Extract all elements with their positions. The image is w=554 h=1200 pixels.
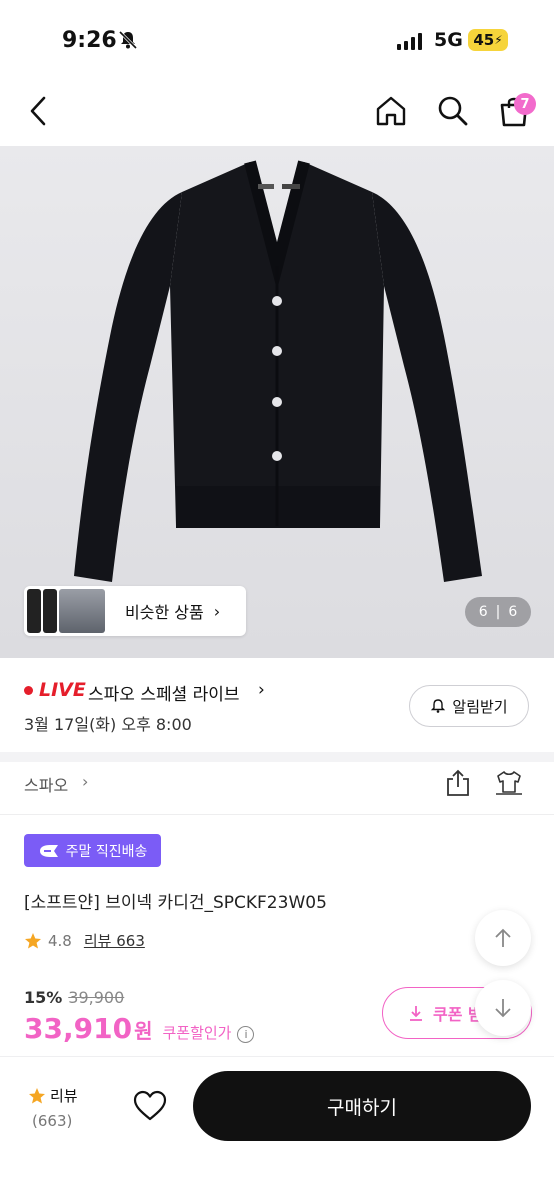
star-icon (25, 932, 41, 948)
thumbnail (43, 589, 57, 633)
divider (0, 814, 554, 815)
product-image-gallery[interactable] (0, 146, 554, 658)
coupon-price-note: 쿠폰할인가 (162, 1024, 232, 1042)
bell-off-icon (118, 30, 138, 50)
price-row: 33,910 원 쿠폰할인가 i (24, 1012, 255, 1045)
pager-current: 6 (478, 604, 488, 620)
product-name: [소프트얀] 브이넥 카디건_SPCKF23W05 (24, 893, 327, 913)
heart-icon[interactable] (132, 1089, 168, 1123)
share-icon[interactable] (444, 768, 472, 798)
network-label: 5G (434, 29, 463, 51)
chevron-right-icon: › (82, 772, 89, 791)
info-icon[interactable]: i (237, 1026, 255, 1043)
review-summary-count: (663) (32, 1112, 73, 1130)
live-dot-icon (24, 686, 33, 695)
bell-plus-icon (431, 699, 446, 713)
shipping-badge-label: 주말 직진배송 (65, 843, 148, 860)
scroll-top-button[interactable] (475, 910, 531, 966)
fast-delivery-icon (39, 844, 58, 857)
rating-value: 4.8 (48, 931, 72, 950)
image-pager: 6 | 6 (465, 597, 531, 627)
currency-unit: 원 (134, 1019, 153, 1043)
status-time: 9:26 (62, 28, 117, 53)
chevron-right-icon: › (213, 601, 221, 621)
similar-products-label: 비슷한 상품 (125, 603, 204, 622)
live-tag: LIVE (39, 679, 86, 701)
arrow-up-icon (495, 928, 511, 947)
live-datetime: 3월 17일(화) 오후 8:00 (24, 715, 192, 734)
thumbnail (59, 589, 105, 633)
search-icon[interactable] (436, 94, 470, 128)
star-icon (29, 1087, 45, 1103)
battery-level: 45 (473, 31, 495, 49)
shipping-badge: 주말 직진배송 (24, 834, 161, 867)
alarm-button[interactable]: 알림받기 (409, 685, 529, 727)
similar-products-button[interactable]: 비슷한 상품 › (24, 586, 246, 636)
buy-button[interactable]: 구매하기 (193, 1071, 531, 1141)
cart-count-badge: 7 (514, 93, 536, 115)
arrow-down-icon (495, 999, 511, 1018)
brand-row: 스파오 › (0, 762, 554, 814)
back-icon[interactable] (26, 94, 52, 128)
scroll-bottom-button[interactable] (475, 980, 531, 1036)
review-summary[interactable]: 리뷰 (663) (28, 1085, 98, 1130)
status-bar: 9:26 5G 45 ⚡ (0, 0, 554, 80)
download-icon (410, 1006, 422, 1021)
discount-row: 15% 39,900 (24, 988, 124, 1007)
alarm-label: 알림받기 (452, 697, 508, 716)
bottom-action-bar: 리뷰 (663) 구매하기 (0, 1056, 554, 1200)
review-link[interactable]: 리뷰 663 (84, 930, 145, 951)
product-image (74, 160, 482, 582)
signal-icon (397, 32, 422, 50)
brand-link[interactable]: 스파오 (24, 772, 68, 796)
live-title[interactable]: 스파오 스페셜 라이브 (88, 680, 240, 705)
top-nav (0, 80, 554, 146)
section-divider (0, 752, 554, 762)
clothing-compare-icon[interactable] (494, 768, 524, 798)
similar-thumbnails (27, 589, 107, 633)
original-price: 39,900 (68, 988, 125, 1007)
pager-separator: | (495, 604, 501, 620)
review-summary-label: 리뷰 (50, 1087, 78, 1105)
live-banner[interactable]: LIVE 스파오 스페셜 라이브 › 3월 17일(화) 오후 8:00 알림받… (0, 658, 554, 752)
rating-row: 4.8 리뷰 663 (24, 930, 145, 951)
sale-price: 33,910 (24, 1012, 133, 1045)
thumbnail (27, 589, 41, 633)
battery-icon: 45 ⚡ (468, 29, 508, 51)
home-icon[interactable] (374, 94, 408, 128)
chevron-right-icon: › (258, 680, 265, 700)
discount-rate: 15% (24, 988, 63, 1007)
pager-total: 6 (508, 604, 518, 620)
